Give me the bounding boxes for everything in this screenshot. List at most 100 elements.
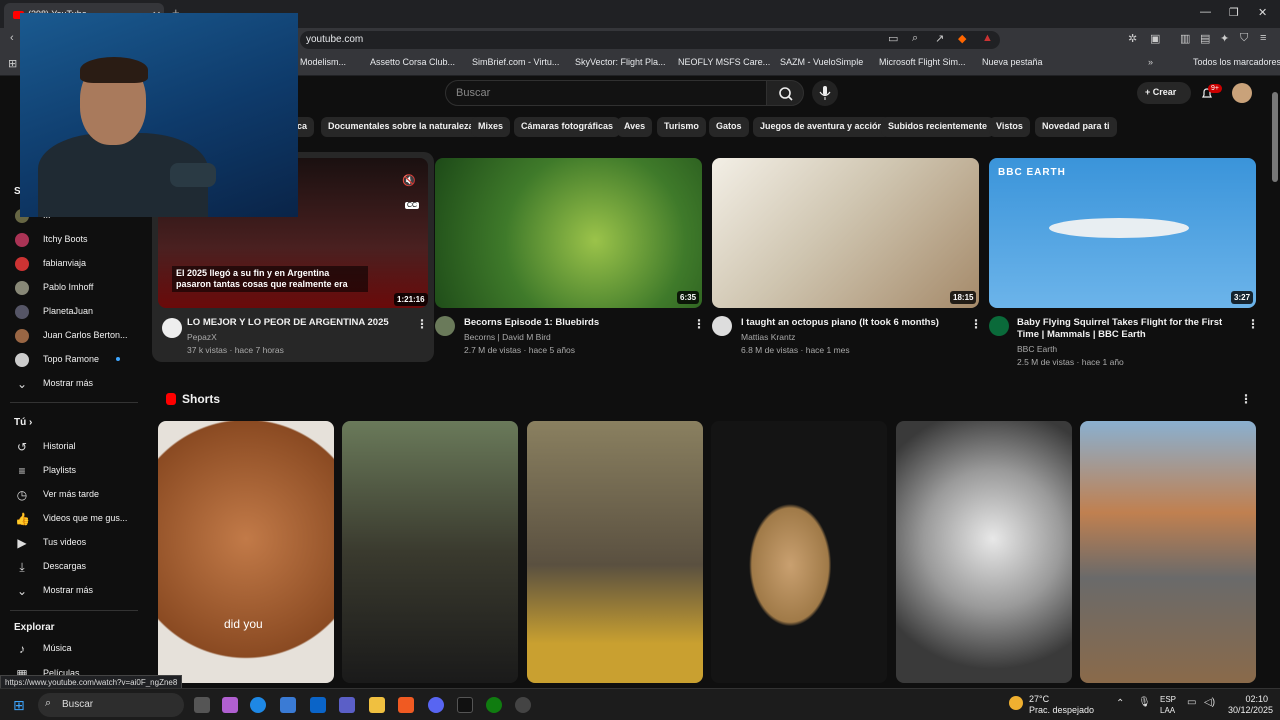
sidebar-sub-itchy-boots[interactable]: Itchy Boots bbox=[0, 228, 150, 252]
mute-icon[interactable]: 🔇 bbox=[402, 174, 416, 187]
video-card[interactable]: BBC EARTH 3:27 Baby Flying Squirrel Take… bbox=[989, 158, 1259, 373]
brave-icon[interactable] bbox=[398, 697, 414, 713]
discord-icon[interactable] bbox=[428, 697, 444, 713]
chip-juegos[interactable]: Juegos de aventura y acción bbox=[753, 117, 891, 137]
video-thumbnail[interactable]: 6:35 bbox=[435, 158, 702, 308]
captions-icon[interactable]: CC bbox=[405, 202, 420, 209]
extensions-icon[interactable]: ✲ bbox=[1128, 32, 1137, 45]
bookmark-6[interactable]: Microsoft Flight Sim... bbox=[879, 57, 966, 67]
bookmark-0[interactable]: Modelism... bbox=[300, 57, 346, 67]
channel-avatar[interactable] bbox=[162, 318, 182, 338]
short-card[interactable]: did you bbox=[158, 421, 334, 683]
video-channel[interactable]: Becorns | David M Bird bbox=[464, 332, 551, 342]
chip-gatos[interactable]: Gatos bbox=[709, 117, 749, 137]
bookmark-5[interactable]: SAZM - VueloSimple bbox=[780, 57, 863, 67]
network-icon[interactable]: ▭ bbox=[1187, 697, 1196, 708]
chevron-up-icon[interactable]: ⌃ bbox=[1116, 698, 1124, 709]
edge-icon[interactable] bbox=[250, 697, 266, 713]
sidebar-item-watch-later[interactable]: ◷ Ver más tarde bbox=[0, 483, 150, 507]
outlook-icon[interactable] bbox=[310, 697, 326, 713]
channel-avatar[interactable] bbox=[989, 316, 1009, 336]
video-thumbnail[interactable]: BBC EARTH 3:27 bbox=[989, 158, 1256, 308]
copilot-icon[interactable] bbox=[222, 697, 238, 713]
bookmark-2[interactable]: SimBrief.com - Virtu... bbox=[472, 57, 559, 67]
video-title[interactable]: Baby Flying Squirrel Takes Flight for th… bbox=[1017, 317, 1243, 341]
chip-mixes[interactable]: Mixes bbox=[471, 117, 511, 137]
zoom-icon[interactable]: ⌕ bbox=[912, 32, 918, 45]
channel-avatar[interactable] bbox=[435, 316, 455, 336]
brave-rewards-icon[interactable]: ▲ bbox=[982, 32, 993, 44]
account-avatar[interactable] bbox=[1232, 83, 1252, 103]
video-channel[interactable]: PepazX bbox=[187, 332, 217, 342]
video-title[interactable]: Becorns Episode 1: Bluebirds bbox=[464, 317, 684, 329]
brave-shield-icon[interactable]: ◆ bbox=[958, 32, 966, 45]
vpn-icon[interactable]: ⛉ bbox=[1240, 32, 1248, 45]
microphone-icon[interactable]: 🎙 bbox=[1138, 697, 1151, 708]
video-channel[interactable]: BBC Earth bbox=[1017, 344, 1057, 354]
teams-icon[interactable] bbox=[339, 697, 355, 713]
video-thumbnail[interactable]: 18:15 bbox=[712, 158, 979, 308]
store-icon[interactable] bbox=[280, 697, 296, 713]
search-input[interactable]: Buscar bbox=[445, 80, 767, 106]
tiktok-icon[interactable] bbox=[457, 697, 473, 713]
sidebar-sub-juan-carlos[interactable]: Juan Carlos Berton... bbox=[0, 324, 150, 348]
create-button[interactable]: + Crear bbox=[1137, 82, 1191, 104]
sidebar-subs-show-more[interactable]: ⌄ Mostrar más bbox=[0, 372, 150, 396]
chip-aves[interactable]: Aves bbox=[617, 117, 653, 137]
restore-icon[interactable]: ❐ bbox=[1229, 6, 1239, 19]
cast-icon[interactable]: ▭ bbox=[888, 32, 898, 45]
video-card[interactable]: 18:15 I taught an octopus piano (It took… bbox=[712, 158, 982, 368]
sidebar-toggle-icon[interactable]: ▥ bbox=[1180, 32, 1190, 45]
sidebar-sub-topo-ramone[interactable]: Topo Ramone bbox=[0, 348, 150, 372]
bookmark-4[interactable]: NEOFLY MSFS Care... bbox=[678, 57, 770, 67]
app-icon[interactable] bbox=[515, 697, 531, 713]
chip-documentales[interactable]: Documentales sobre la naturaleza bbox=[321, 117, 481, 137]
short-card[interactable] bbox=[527, 421, 703, 683]
short-card[interactable] bbox=[342, 421, 518, 683]
leo-ai-icon[interactable]: ✦ bbox=[1220, 32, 1229, 45]
close-window-icon[interactable]: ✕ bbox=[1258, 6, 1267, 19]
video-title[interactable]: LO MEJOR Y LO PEOR DE ARGENTINA 2025 bbox=[187, 317, 409, 329]
short-card[interactable] bbox=[1080, 421, 1256, 683]
sidebar-item-downloads[interactable]: ⤓ Descargas bbox=[0, 555, 150, 579]
sidebar-sub-planetajuan[interactable]: PlanetaJuan bbox=[0, 300, 150, 324]
sidebar-item-music[interactable]: ♪ Música bbox=[0, 637, 150, 661]
chip-novedad[interactable]: Novedad para ti bbox=[1035, 117, 1117, 137]
bookmark-3[interactable]: SkyVector: Flight Pla... bbox=[575, 57, 666, 67]
apps-grid-icon[interactable]: ⊞ bbox=[8, 57, 17, 70]
minimize-icon[interactable]: — bbox=[1200, 6, 1211, 18]
voice-search-button[interactable] bbox=[812, 80, 838, 106]
more-options-icon[interactable]: ⋮ bbox=[970, 317, 982, 331]
chip-vistos[interactable]: Vistos bbox=[989, 117, 1030, 137]
sidebar-item-playlists[interactable]: ≡ Playlists bbox=[0, 459, 150, 483]
scrollbar-thumb[interactable] bbox=[1272, 92, 1278, 182]
back-icon[interactable]: ‹ bbox=[10, 32, 14, 44]
xbox-icon[interactable] bbox=[486, 697, 502, 713]
sidebar-sub-pablo-imhoff[interactable]: Pablo Imhoff bbox=[0, 276, 150, 300]
screenshot-icon[interactable]: ▣ bbox=[1150, 32, 1160, 45]
sidebar-item-your-videos[interactable]: ▶ Tus videos bbox=[0, 531, 150, 555]
volume-icon[interactable]: ◁) bbox=[1204, 697, 1215, 708]
shorts-more-icon[interactable]: ⋮ bbox=[1240, 392, 1252, 406]
taskbar-clock[interactable]: 02:10 30/12/2025 bbox=[1228, 694, 1273, 716]
bookmark-all[interactable]: Todos los marcadores bbox=[1193, 57, 1280, 67]
video-title[interactable]: I taught an octopus piano (It took 6 mon… bbox=[741, 317, 965, 329]
bookmark-7[interactable]: Nueva pestaña bbox=[982, 57, 1043, 67]
more-options-icon[interactable]: ⋮ bbox=[1247, 317, 1259, 331]
sidebar-item-liked[interactable]: 👍 Videos que me gus... bbox=[0, 507, 150, 531]
short-card[interactable] bbox=[896, 421, 1072, 683]
windows-start-icon[interactable]: ⊞ bbox=[13, 697, 25, 714]
video-channel[interactable]: Mattias Krantz bbox=[741, 332, 795, 342]
video-card[interactable]: 6:35 Becorns Episode 1: Bluebirds Becorn… bbox=[435, 158, 705, 368]
chip-subidos[interactable]: Subidos recientemente bbox=[881, 117, 995, 137]
channel-avatar[interactable] bbox=[712, 316, 732, 336]
weather-widget[interactable]: 27°C Prac. despejado bbox=[1029, 694, 1094, 716]
language-indicator[interactable]: ESP LAA bbox=[1160, 694, 1176, 716]
menu-icon[interactable]: ≡ bbox=[1260, 32, 1266, 44]
file-explorer-icon[interactable] bbox=[369, 697, 385, 713]
bookmark-1[interactable]: Assetto Corsa Club... bbox=[370, 57, 455, 67]
sidebar-sub-fabianviaja[interactable]: fabianviaja bbox=[0, 252, 150, 276]
sidebar-you-show-more[interactable]: ⌄ Mostrar más bbox=[0, 579, 150, 603]
task-view-icon[interactable] bbox=[194, 697, 210, 713]
sidebar-item-historial[interactable]: ↺ Historial bbox=[0, 435, 150, 459]
